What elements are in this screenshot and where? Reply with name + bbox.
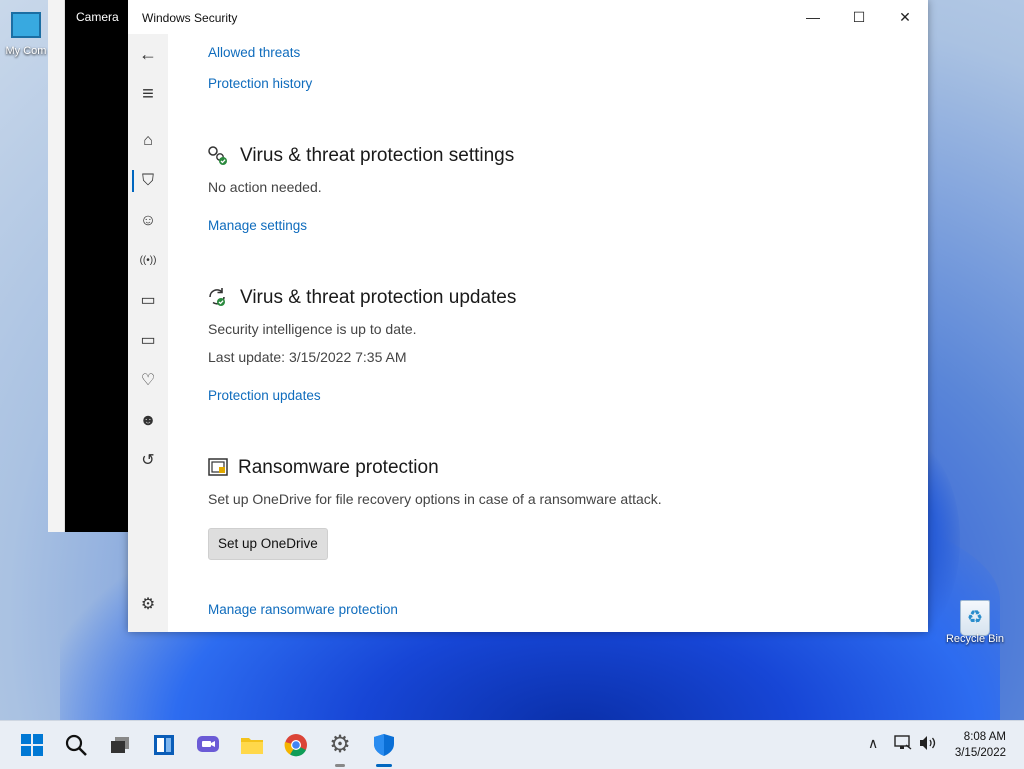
clock-date: 3/15/2022 — [954, 747, 1006, 759]
widgets-icon[interactable] — [148, 729, 180, 761]
start-button[interactable] — [16, 729, 48, 761]
updates-section-title: Virus & threat protection updates — [240, 287, 517, 308]
shield-icon[interactable]: ⛉ — [128, 163, 168, 199]
settings-app-icon[interactable]: ⚙ — [324, 729, 356, 761]
protection-history-link[interactable]: Protection history — [208, 76, 312, 91]
protection-updates-link[interactable]: Protection updates — [208, 388, 321, 403]
home-icon[interactable]: ⌂ — [128, 123, 168, 159]
settings-status-text: No action needed. — [208, 179, 322, 195]
settings-gear-icon[interactable]: ⚙ — [128, 587, 168, 623]
ransomware-folder-icon — [208, 457, 230, 479]
manage-settings-link[interactable]: Manage settings — [208, 218, 307, 233]
account-icon[interactable]: ☺ — [128, 203, 168, 239]
allowed-threats-link[interactable]: Allowed threats — [208, 45, 300, 60]
ransomware-description: Set up OneDrive for file recovery option… — [208, 491, 662, 507]
set-up-onedrive-button[interactable]: Set up OneDrive — [208, 528, 328, 560]
task-view-icon[interactable] — [104, 729, 136, 761]
desktop-icon-recycle-bin[interactable]: ♻ Recycle Bin — [939, 600, 1011, 645]
updates-status-text: Security intelligence is up to date. — [208, 321, 417, 337]
device-health-icon[interactable]: ♡ — [128, 363, 168, 399]
recycle-bin-icon: ♻ — [960, 600, 990, 636]
settings-gears-icon — [206, 144, 228, 166]
window-title: Windows Security — [142, 11, 238, 25]
ransomware-section-title: Ransomware protection — [238, 457, 439, 478]
camera-window-edge — [48, 0, 65, 532]
network-icon[interactable] — [894, 735, 912, 754]
desktop-icon-label: Recycle Bin — [945, 633, 1005, 645]
minimize-button[interactable]: — — [790, 0, 836, 34]
family-icon[interactable]: ☻ — [128, 403, 168, 439]
chat-icon[interactable] — [192, 729, 224, 761]
menu-button[interactable]: ≡ — [128, 76, 168, 112]
title-bar[interactable]: Windows Security — ☐ ✕ — [128, 0, 928, 34]
updates-refresh-icon — [206, 286, 228, 308]
chrome-icon[interactable] — [280, 729, 312, 761]
back-button[interactable]: ← — [128, 36, 168, 72]
camera-window[interactable]: Camera — [48, 0, 140, 532]
system-clock[interactable]: 8:08 AM 3/15/2022 — [955, 729, 1006, 761]
close-button[interactable]: ✕ — [882, 0, 928, 34]
computer-icon — [11, 12, 41, 42]
main-content: Allowed threats Protection history Virus… — [168, 34, 928, 632]
settings-section-title: Virus & threat protection settings — [240, 145, 515, 166]
camera-window-title: Camera — [76, 10, 119, 24]
taskbar: ⚙ ∧ 8:08 AM 3/15/2022 — [0, 720, 1024, 769]
file-explorer-icon[interactable] — [236, 729, 268, 761]
show-hidden-icons-chevron-up-icon[interactable]: ∧ — [868, 735, 878, 752]
clock-time: 8:08 AM — [963, 731, 1006, 743]
security-active-indicator — [376, 764, 392, 767]
maximize-button[interactable]: ☐ — [836, 0, 882, 34]
last-update-text: Last update: 3/15/2022 7:35 AM — [208, 349, 407, 365]
app-browser-icon[interactable]: ▭ — [128, 283, 168, 319]
firewall-icon[interactable]: ((•)) — [128, 243, 168, 279]
search-icon[interactable] — [60, 729, 92, 761]
settings-running-indicator — [335, 764, 345, 767]
navigation-rail: ← ≡ ⌂ ⛉ ☺ ((•)) ▭ ▭ ♡ ☻ ↺ ⚙ — [128, 34, 168, 632]
device-security-icon[interactable]: ▭ — [128, 323, 168, 359]
manage-ransomware-protection-link[interactable]: Manage ransomware protection — [208, 602, 398, 617]
volume-icon[interactable] — [919, 735, 937, 754]
history-icon[interactable]: ↺ — [128, 443, 168, 479]
windows-security-taskbar-icon[interactable] — [368, 729, 400, 761]
